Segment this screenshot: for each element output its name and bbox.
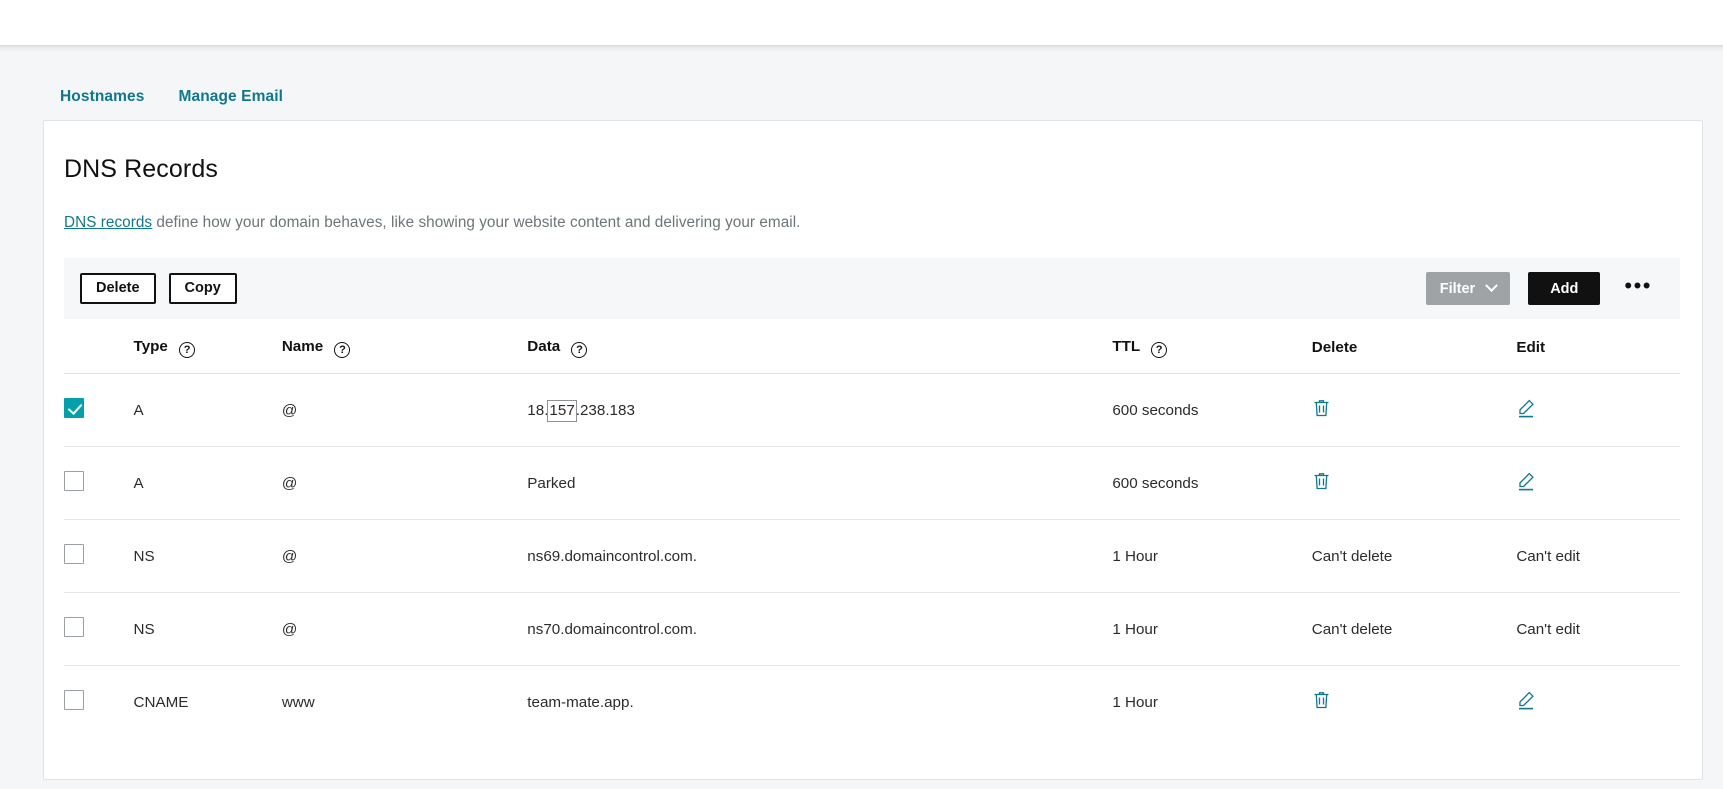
row-checkbox[interactable] [64, 690, 84, 710]
row-ttl: 1 Hour [1112, 592, 1312, 666]
trash-icon[interactable] [1312, 690, 1331, 710]
header-edit: Edit [1516, 319, 1680, 374]
header-data: Data ? [527, 319, 1113, 374]
help-icon[interactable]: ? [1151, 342, 1168, 358]
header-ttl: TTL ? [1112, 319, 1312, 374]
card-description: DNS records define how your domain behav… [64, 214, 1680, 232]
row-name: www [281, 693, 315, 711]
row-select-cell [64, 592, 134, 666]
row-delete-disabled: Can't delete [1311, 519, 1517, 593]
row-edit-cell [1516, 666, 1680, 739]
filter-button[interactable]: Filter [1425, 272, 1511, 305]
header-type: Type ? [133, 319, 282, 374]
row-edit-cell [1516, 446, 1680, 520]
row-data: team-mate.app. [527, 693, 634, 711]
row-delete-cell [1312, 666, 1517, 739]
row-checkbox[interactable] [64, 544, 84, 564]
row-edit-disabled: Can't edit [1516, 592, 1680, 666]
card-description-text: define how your domain behaves, like sho… [152, 214, 801, 231]
row-edit-cell [1516, 373, 1680, 447]
more-options-icon[interactable]: ••• [1618, 274, 1658, 304]
table-row: CNAME www team-mate.app. 1 Hour [64, 666, 1680, 739]
pencil-icon[interactable] [1516, 398, 1536, 418]
row-select-cell [64, 373, 134, 447]
trash-icon[interactable] [1312, 398, 1331, 418]
trash-icon[interactable] [1312, 471, 1331, 491]
header-name-label: Name [281, 338, 324, 355]
row-type: NS [133, 519, 282, 593]
table-row: A @ 18.157.238.183 600 seconds [64, 373, 1680, 447]
row-data-pre: 18. [527, 401, 549, 419]
pencil-icon[interactable] [1516, 690, 1536, 710]
row-checkbox[interactable] [64, 398, 84, 418]
row-edit-disabled: Can't edit [1516, 519, 1680, 593]
header-name: Name ? [281, 319, 528, 374]
help-icon[interactable]: ? [571, 342, 588, 358]
row-ttl: 1 Hour [1112, 693, 1158, 711]
header-data-label: Data [527, 338, 561, 355]
delete-button[interactable]: Delete [80, 273, 156, 304]
row-delete-cell [1311, 373, 1517, 447]
row-ttl: 600 seconds [1112, 446, 1312, 520]
sub-navigation: Hostnames Manage Email [0, 52, 1723, 114]
pencil-icon[interactable] [1516, 471, 1536, 491]
table-header-row: Type ? Name ? Data ? TTL ? Delete Edit [64, 319, 1680, 374]
row-data-highlighted-segment[interactable]: 157 [547, 399, 577, 422]
add-button[interactable]: Add [1528, 272, 1601, 305]
row-type: A [133, 373, 282, 447]
header-select [64, 319, 134, 374]
row-checkbox[interactable] [64, 617, 84, 637]
records-toolbar: Delete Copy Filter Add ••• [64, 258, 1680, 319]
row-delete-cell [1311, 446, 1517, 520]
row-data: ns70.domaincontrol.com. [527, 592, 1113, 666]
subnav-item-manage-email[interactable]: Manage Email [178, 88, 283, 106]
dns-records-table: Type ? Name ? Data ? TTL ? Delete Edit A… [64, 319, 1680, 738]
header-delete: Delete [1311, 319, 1517, 374]
dns-records-card: DNS Records DNS records define how your … [43, 120, 1703, 780]
table-row: A @ Parked 600 seconds [64, 446, 1680, 520]
row-type: A [133, 446, 282, 520]
row-type: NS [133, 592, 282, 666]
row-ttl: 1 Hour [1112, 519, 1312, 593]
help-icon[interactable]: ? [179, 342, 196, 358]
row-data: Parked [527, 446, 1113, 520]
filter-button-label: Filter [1439, 280, 1476, 297]
help-icon[interactable]: ? [334, 342, 351, 358]
row-data[interactable]: 18.157.238.183 [527, 373, 1113, 447]
row-data-post: .238.183 [575, 401, 635, 419]
page-body: Hostnames Manage Email DNS Records DNS r… [0, 52, 1723, 789]
row-ttl: 600 seconds [1112, 373, 1312, 447]
row-name: @ [281, 592, 528, 666]
dns-records-link[interactable]: DNS records [64, 214, 152, 231]
header-type-label: Type [133, 338, 168, 355]
row-type: CNAME [133, 693, 189, 711]
row-name: @ [281, 373, 528, 447]
row-name: @ [281, 446, 528, 520]
row-checkbox[interactable] [64, 471, 84, 491]
row-select-cell [64, 519, 134, 593]
row-delete-disabled: Can't delete [1311, 592, 1517, 666]
chevron-down-icon [1485, 279, 1499, 293]
row-name: @ [281, 519, 528, 593]
browser-chrome-bar [0, 0, 1723, 46]
table-row: NS @ ns69.domaincontrol.com. 1 Hour Can'… [64, 519, 1680, 593]
row-select-cell [64, 446, 134, 520]
copy-button[interactable]: Copy [168, 273, 237, 304]
subnav-item-hostnames[interactable]: Hostnames [60, 88, 144, 106]
table-row: NS @ ns70.domaincontrol.com. 1 Hour Can'… [64, 592, 1680, 666]
row-data: ns69.domaincontrol.com. [527, 519, 1113, 593]
header-ttl-label: TTL [1112, 338, 1140, 355]
page-title: DNS Records [64, 155, 218, 183]
row-select-cell [64, 666, 134, 739]
